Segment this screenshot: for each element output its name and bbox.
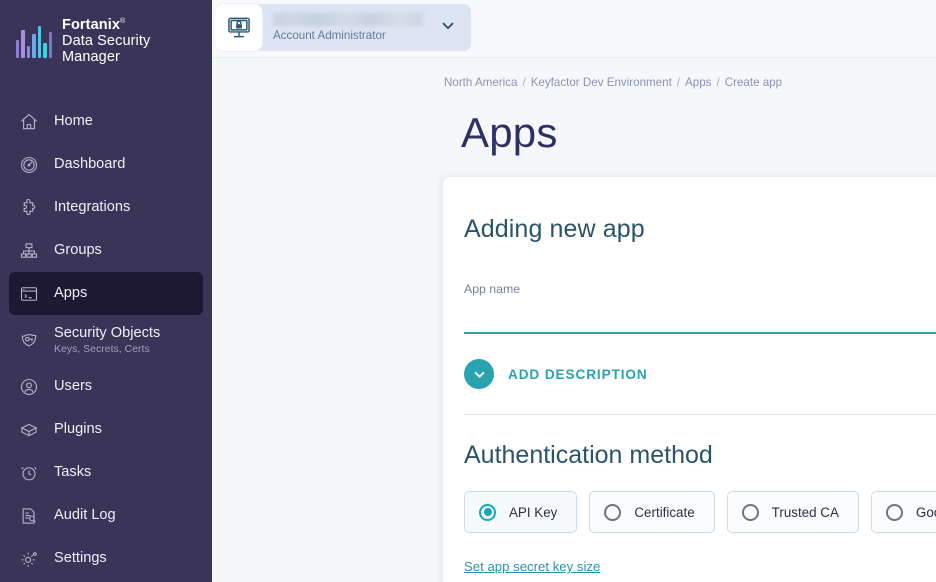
sidebar-item-plugins[interactable]: Plugins — [9, 408, 203, 451]
auth-option-label: Certificate — [634, 505, 694, 520]
account-name-redacted — [273, 13, 423, 26]
account-selector[interactable]: Account Administrator — [219, 4, 471, 51]
sidebar-item-label: Plugins — [54, 421, 102, 438]
sidebar-item-settings[interactable]: Settings — [9, 537, 203, 580]
main-area: Account Administrator North America / Keyf… — [212, 0, 936, 582]
breadcrumb-item-2[interactable]: Apps — [685, 76, 711, 89]
gauge-icon — [18, 154, 40, 176]
org-chart-icon — [18, 240, 40, 262]
sidebar-item-label: Home — [54, 113, 93, 130]
chevron-down-icon[interactable] — [439, 16, 457, 39]
breadcrumb-item-3[interactable]: Create app — [725, 76, 782, 89]
sidebar-item-security-objects-text: Security Objects Keys, Secrets, Certs — [54, 325, 160, 355]
auth-option-trusted-ca[interactable]: Trusted CA — [727, 491, 859, 533]
auth-method-title: Authentication method — [464, 441, 936, 470]
app-root: Fortanix® Data Security Manager Home Das… — [0, 0, 936, 582]
home-icon — [18, 111, 40, 133]
sidebar-item-integrations[interactable]: Integrations — [9, 186, 203, 229]
alarm-clock-icon — [18, 462, 40, 484]
add-description-button[interactable]: ADD DESCRIPTION — [464, 359, 936, 389]
sidebar-item-label: Dashboard — [54, 156, 125, 173]
sidebar-item-audit-log[interactable]: Audit Log — [9, 494, 203, 537]
content-card: Adding new app App name ADD DESCRIPTION … — [443, 177, 936, 582]
gear-icon — [18, 548, 40, 570]
user-circle-icon — [18, 376, 40, 398]
fortanix-bars-logo-icon — [16, 24, 52, 58]
puzzle-icon — [18, 197, 40, 219]
app-name-field-group: App name — [464, 280, 936, 334]
breadcrumb-separator: / — [677, 76, 680, 89]
sidebar-item-label: Apps — [54, 285, 87, 302]
sidebar-item-label: Tasks — [54, 464, 91, 481]
radio-indicator[interactable] — [479, 504, 496, 521]
set-app-secret-key-size-link[interactable]: Set app secret key size — [464, 559, 600, 574]
form-section-title: Adding new app — [464, 215, 936, 244]
page-title: Apps — [461, 109, 558, 157]
sidebar-item-label: Integrations — [54, 199, 130, 216]
terminal-window-icon — [18, 283, 40, 305]
form-container: Adding new app App name ADD DESCRIPTION … — [443, 177, 936, 582]
auth-option-label: API Key — [509, 505, 557, 520]
sidebar-item-tasks[interactable]: Tasks — [9, 451, 203, 494]
audit-document-icon — [18, 505, 40, 527]
sidebar-item-groups[interactable]: Groups — [9, 229, 203, 272]
sidebar-item-label: Security Objects — [54, 325, 160, 342]
auth-option-label: Google Service Account — [916, 505, 936, 520]
sidebar-item-sublabel: Keys, Secrets, Certs — [54, 343, 160, 355]
auth-option-api-key[interactable]: API Key — [464, 491, 577, 533]
brand-line2: Data Security Manager — [62, 33, 212, 65]
radio-indicator[interactable] — [604, 504, 621, 521]
app-name-label: App name — [464, 282, 520, 296]
brand-logo[interactable]: Fortanix® Data Security Manager — [0, 0, 212, 82]
sidebar-item-dashboard[interactable]: Dashboard — [9, 143, 203, 186]
account-role-label: Account Administrator — [273, 29, 423, 42]
auth-method-radio-group: API Key Certificate Trusted CA Google Se… — [464, 491, 936, 533]
breadcrumb: North America / Keyfactor Dev Environment /… — [444, 76, 782, 89]
radio-indicator[interactable] — [742, 504, 759, 521]
sidebar-item-home[interactable]: Home — [9, 100, 203, 143]
sidebar: Fortanix® Data Security Manager Home Das… — [0, 0, 212, 582]
auth-option-label: Trusted CA — [772, 505, 839, 520]
breadcrumb-separator: / — [716, 76, 719, 89]
auth-option-certificate[interactable]: Certificate — [589, 491, 714, 533]
monitor-lock-icon — [215, 4, 262, 51]
brand-line1: Fortanix® — [62, 17, 212, 33]
app-name-input[interactable] — [464, 298, 936, 334]
brand-text: Fortanix® Data Security Manager — [62, 17, 212, 66]
sidebar-item-label: Settings — [54, 550, 107, 567]
brand-trademark: ® — [120, 18, 125, 25]
auth-option-google-service-account[interactable]: Google Service Account — [871, 491, 936, 533]
sidebar-nav: Home Dashboard Integrations Groups — [0, 82, 212, 580]
account-info: Account Administrator — [273, 13, 423, 42]
sidebar-item-apps[interactable]: Apps — [9, 272, 203, 315]
sidebar-item-label: Groups — [54, 242, 102, 259]
breadcrumb-item-1[interactable]: Keyfactor Dev Environment — [531, 76, 672, 89]
add-description-label: ADD DESCRIPTION — [508, 367, 648, 382]
section-divider — [464, 414, 936, 415]
breadcrumb-separator: / — [522, 76, 525, 89]
topbar: Account Administrator — [212, 0, 936, 58]
breadcrumb-item-0[interactable]: North America — [444, 76, 517, 89]
chevron-down-icon — [464, 359, 494, 389]
shield-key-icon — [18, 329, 40, 351]
plugin-box-icon — [18, 419, 40, 441]
radio-indicator[interactable] — [886, 504, 903, 521]
sidebar-item-security-objects[interactable]: Security Objects Keys, Secrets, Certs — [9, 315, 203, 365]
sidebar-item-label: Audit Log — [54, 507, 116, 524]
sidebar-item-users[interactable]: Users — [9, 365, 203, 408]
sidebar-item-label: Users — [54, 378, 92, 395]
